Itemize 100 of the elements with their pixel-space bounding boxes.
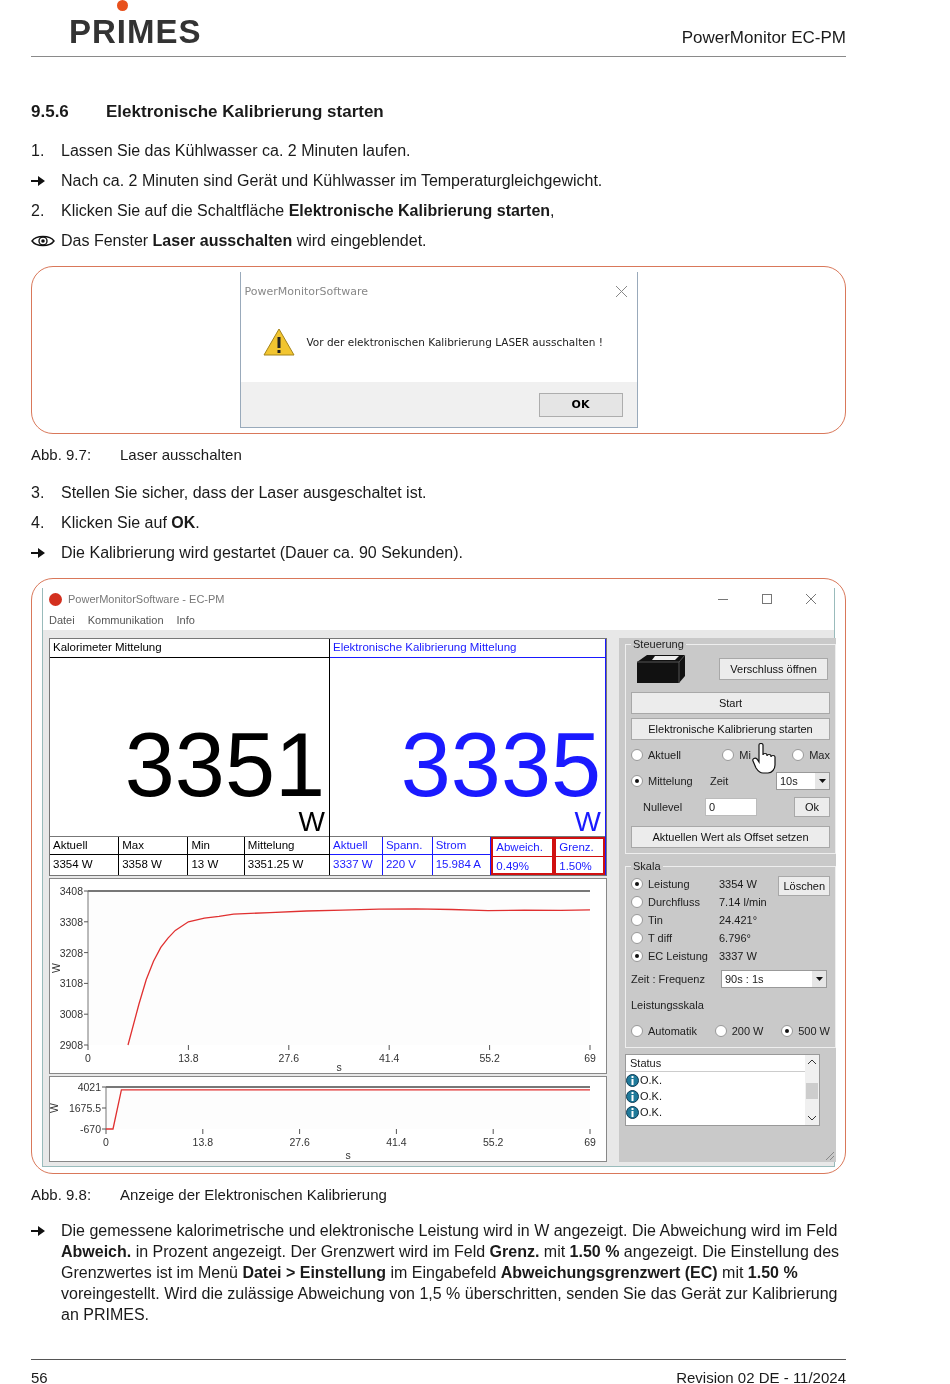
frequency-select[interactable]: 90s : 1s (721, 970, 827, 988)
warning-icon (262, 328, 295, 356)
clear-button[interactable]: Löschen (778, 876, 830, 896)
unit-label: W (298, 808, 325, 836)
axis-label: s (345, 1149, 351, 1161)
start-button[interactable]: Start (631, 692, 830, 714)
arrow-icon (31, 1225, 45, 1236)
column-header: Mittelung (244, 837, 329, 855)
radio-button[interactable] (714, 1025, 727, 1037)
tick-label: 0 (103, 1136, 109, 1148)
caret-icon (815, 977, 823, 981)
revision-label: Revision 02 DE - 11/2024 (676, 1369, 846, 1384)
table-cell-text: 3337 W (332, 857, 374, 870)
section-number: 9.5.6 (31, 102, 70, 122)
radio-label: Durchfluss (648, 896, 700, 908)
step-number: 2. (31, 201, 46, 221)
measurement-value: 3354 W (719, 878, 757, 890)
maximize-icon[interactable] (762, 594, 772, 605)
radio-button[interactable] (631, 896, 643, 908)
menu-item[interactable]: Info (176, 614, 195, 627)
tick-label: 13.8 (178, 1052, 199, 1064)
step-text: Die Kalibrierung wird gestartet (Dauer ca. 90 Sekunden). (61, 543, 463, 563)
offset-button[interactable]: Aktuellen Wert als Offset setzen (631, 826, 830, 848)
window-title: PowerMonitorSoftware - EC-PM (68, 593, 226, 606)
radio-label: Mittelung (648, 775, 693, 787)
step-number: 1. (31, 141, 46, 161)
radio-label: Leistung (648, 878, 690, 890)
step-text: Lassen Sie das Kühlwasser ca. 2 Minuten laufen. (61, 141, 411, 161)
resize-grip-icon[interactable] (824, 1150, 834, 1160)
ok-button[interactable]: Ok (793, 797, 830, 817)
step-text: Stellen Sie sicher, dass der Laser ausgeschaltet ist. (61, 483, 427, 503)
close-icon[interactable] (806, 594, 816, 605)
radio-label: 200 W (731, 1025, 764, 1037)
radio-label: Mi (739, 749, 751, 761)
measurement-value: 24.421° (719, 914, 758, 926)
figure-caption: Anzeige der Elektronischen Kalibrierung (120, 1186, 387, 1205)
tick-label: 27.6 (278, 1052, 299, 1064)
measurement-value: 3337 W (719, 950, 757, 962)
radio-button[interactable] (781, 1025, 794, 1037)
table-cell-text: 220 V (384, 857, 417, 870)
radio-button[interactable] (631, 914, 643, 926)
calibration-button[interactable]: Elektronische Kalibrierung starten (631, 718, 830, 740)
measurement-value: 7.14 l/min (719, 896, 767, 908)
column-header: Spann. (382, 837, 432, 855)
radio-button[interactable] (631, 749, 643, 761)
table-cell-text: 3358 W (121, 857, 163, 870)
table-cell-text: 3354 W (52, 857, 94, 870)
figure-label: Abb. 9.7: (31, 446, 93, 465)
field-label: Zeit : Frequenz (631, 973, 706, 985)
tick-label: -670 (80, 1123, 101, 1135)
column-header: Aktuell (50, 837, 119, 855)
radio-button[interactable] (722, 749, 735, 761)
tick-label: 69 (584, 1052, 596, 1064)
radio-button[interactable] (631, 878, 643, 890)
menu-item[interactable]: Datei (49, 614, 75, 627)
table-cell-text: 13 W (190, 857, 220, 870)
document-title: PowerMonitor EC-PM (681, 28, 846, 48)
scrollbar[interactable] (805, 1055, 819, 1125)
null-level-field[interactable]: 0 (705, 798, 757, 816)
tick-label: 4021 (77, 1081, 101, 1093)
radio-button[interactable] (631, 950, 643, 962)
radio-label: EC Leistung (648, 950, 708, 962)
hand-cursor-icon (751, 743, 778, 775)
table-cell-text: 1.50% (558, 859, 593, 872)
tick-label: 3208 (59, 946, 83, 959)
tick-label: 3008 (59, 1008, 83, 1021)
big-reading: 3351 (124, 722, 325, 808)
step-text: Das Fenster Laser ausschalten wird eingeblendet. (61, 231, 427, 251)
radio-button[interactable] (631, 932, 643, 944)
panel-title: Elektronische Kalibrierung Mittelung (330, 639, 605, 658)
arrow-icon (31, 176, 45, 186)
minimize-icon[interactable] (718, 598, 728, 600)
arrow-icon (31, 548, 45, 558)
company-logo: PRIMES (69, 0, 202, 50)
column-header: Strom (432, 837, 491, 855)
figure-label: Abb. 9.8: (31, 1186, 93, 1205)
menu-item[interactable]: Kommunikation (87, 614, 164, 627)
dialog-title: PowerMonitorSoftware (244, 284, 369, 298)
group-title: Steuerung (632, 638, 685, 650)
panel-title: Kalorimeter Mittelung (50, 639, 329, 658)
unit-label: W (574, 808, 601, 836)
caret-down-icon[interactable] (808, 1116, 816, 1121)
radio-button[interactable] (631, 1025, 643, 1037)
tick-label: 55.2 (483, 1136, 504, 1148)
ok-button[interactable]: OK (538, 392, 623, 417)
tick-label: 2908 (59, 1039, 83, 1051)
table-cell-text: 15.984 A (434, 857, 483, 870)
status-entry: O.K. (640, 1106, 662, 1118)
tick-label: 1675.5 (68, 1102, 101, 1114)
axis-label: s (336, 1061, 342, 1073)
scroll-thumb[interactable] (806, 1083, 818, 1099)
close-icon[interactable] (615, 285, 627, 297)
radio-button[interactable] (631, 775, 643, 787)
radio-button[interactable] (792, 749, 805, 761)
step-number: 3. (31, 483, 46, 503)
eye-icon (31, 234, 55, 248)
shutter-button[interactable]: Verschluss öffnen (719, 658, 828, 680)
step-text: Klicken Sie auf die Schaltfläche Elektronische Kalibrierung starten, (61, 201, 555, 221)
time-select[interactable]: 10s (776, 772, 830, 790)
caret-up-icon[interactable] (808, 1059, 816, 1064)
